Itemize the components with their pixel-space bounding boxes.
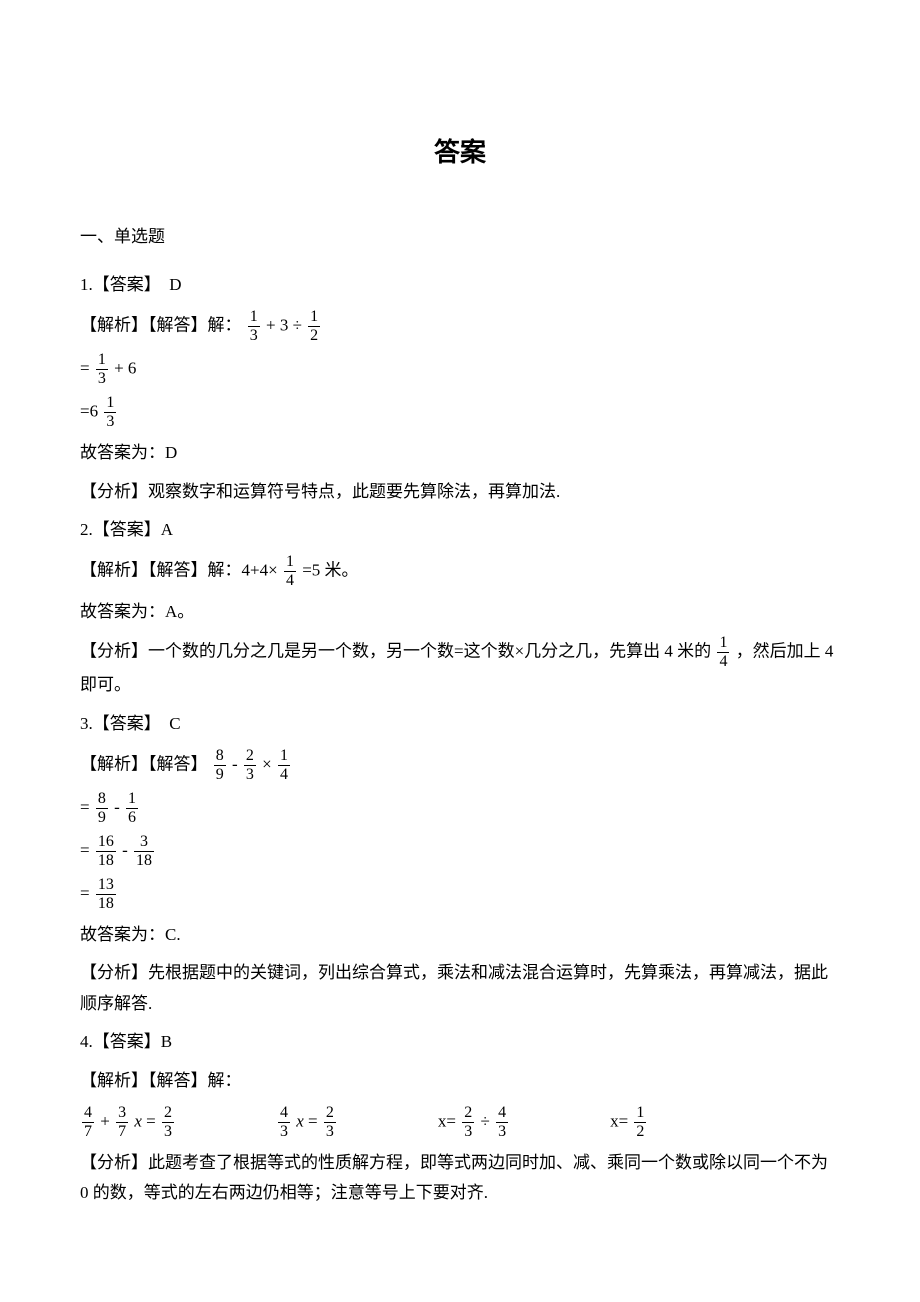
q3-explain-line4: = 1318: [80, 877, 840, 912]
plus: +: [100, 1111, 114, 1130]
q2-answer: 2.【答案】A: [80, 515, 840, 546]
fraction-1-4: 14: [717, 635, 729, 670]
fraction-1-3: 13: [104, 395, 116, 430]
q1-ans-letter: D: [169, 275, 181, 294]
fraction-2-3: 23: [324, 1105, 336, 1140]
div: ÷: [480, 1111, 494, 1130]
fraction-8-9: 89: [214, 748, 226, 783]
q2-exp-label: 【解析】【解答】解：4+4×: [80, 560, 278, 579]
q4-eq3: x= 23 ÷ 43: [438, 1105, 510, 1140]
q3-explain-line3: = 1618 - 318: [80, 834, 840, 869]
fraction-4-3: 43: [278, 1105, 290, 1140]
fraction-16-18: 1618: [96, 834, 116, 869]
fraction-1-4: 14: [278, 748, 290, 783]
q4-eq2: 43 x = 23: [276, 1105, 338, 1140]
q1-explain-line3: =6 13: [80, 395, 840, 430]
times: ×: [262, 754, 276, 773]
q3-explain-line2: = 89 - 16: [80, 791, 840, 826]
section-header: 一、单选题: [80, 222, 840, 253]
fraction-13-18: 1318: [96, 877, 116, 912]
q4-answer: 4.【答案】B: [80, 1027, 840, 1058]
q4-eq4: x= 12: [610, 1105, 648, 1140]
plus-6: + 6: [114, 358, 136, 377]
fraction-1-6: 16: [126, 791, 138, 826]
x-var: x: [134, 1111, 142, 1130]
q2-conclusion: 故答案为：A。: [80, 597, 840, 628]
fraction-2-3: 23: [462, 1105, 474, 1140]
eq-sign: =: [80, 358, 90, 377]
eq: =: [308, 1111, 322, 1130]
fraction-8-9: 89: [96, 791, 108, 826]
fraction-1-3: 13: [248, 309, 260, 344]
q3-ans-label: 3.【答案】: [80, 714, 161, 733]
fraction-4-3: 43: [496, 1105, 508, 1140]
q3-analysis: 【分析】先根据题中的关键词，列出综合算式，乘法和减法混合运算时，先算乘法，再算减…: [80, 958, 840, 1019]
eq: =: [146, 1111, 160, 1130]
q1-analysis: 【分析】观察数字和运算符号特点，此题要先算除法，再算加法.: [80, 477, 840, 508]
page-title: 答案: [80, 130, 840, 177]
fraction-2-3: 23: [244, 748, 256, 783]
q1-conclusion: 故答案为：D: [80, 438, 840, 469]
plus-sign: + 3 ÷: [266, 315, 306, 334]
fraction-2-3: 23: [162, 1105, 174, 1140]
eq-6: =6: [80, 401, 98, 420]
q3-explain-line1: 【解析】【解答】 89 - 23 × 14: [80, 748, 840, 783]
minus: -: [122, 840, 132, 859]
x-var: x: [296, 1111, 304, 1130]
q4-eq1: 47 + 37 x = 23: [80, 1105, 176, 1140]
fraction-1-2: 12: [634, 1105, 646, 1140]
q1-ans-label: 1.【答案】: [80, 275, 161, 294]
x-eq: x=: [438, 1111, 456, 1130]
q2-explain: 【解析】【解答】解：4+4× 14 =5 米。: [80, 554, 840, 589]
minus: -: [232, 754, 242, 773]
q2-analysis: 【分析】一个数的几分之几是另一个数，另一个数=这个数×几分之几，先算出 4 米的…: [80, 635, 840, 701]
q3-ans-letter: C: [169, 714, 180, 733]
q2-exp-suffix: =5 米。: [302, 560, 358, 579]
eq-sign: =: [80, 883, 90, 902]
q4-explain-label: 【解析】【解答】解：: [80, 1066, 840, 1097]
q4-equations-row: 47 + 37 x = 23 43 x = 23 x= 23 ÷ 43 x= 1…: [80, 1105, 840, 1140]
q1-answer: 1.【答案】 D: [80, 270, 840, 301]
fraction-3-7: 37: [116, 1105, 128, 1140]
minus: -: [114, 797, 124, 816]
q2-analysis-pre: 【分析】一个数的几分之几是另一个数，另一个数=这个数×几分之几，先算出 4 米的: [80, 642, 711, 661]
eq-sign: =: [80, 840, 90, 859]
eq-sign: =: [80, 797, 90, 816]
fraction-1-4: 14: [284, 554, 296, 589]
q1-explain-line2: = 13 + 6: [80, 352, 840, 387]
fraction-1-2: 12: [308, 309, 320, 344]
q3-answer: 3.【答案】 C: [80, 709, 840, 740]
fraction-4-7: 47: [82, 1105, 94, 1140]
q4-analysis: 【分析】此题考查了根据等式的性质解方程，即等式两边同时加、减、乘同一个数或除以同…: [80, 1148, 840, 1209]
fraction-1-3: 13: [96, 352, 108, 387]
q3-conclusion: 故答案为：C.: [80, 920, 840, 951]
q3-exp-label: 【解析】【解答】: [80, 754, 208, 773]
x-eq: x=: [610, 1111, 628, 1130]
q1-exp-label: 【解析】【解答】解：: [80, 315, 242, 334]
fraction-3-18: 318: [134, 834, 154, 869]
q1-explain-line1: 【解析】【解答】解： 13 + 3 ÷ 12: [80, 309, 840, 344]
